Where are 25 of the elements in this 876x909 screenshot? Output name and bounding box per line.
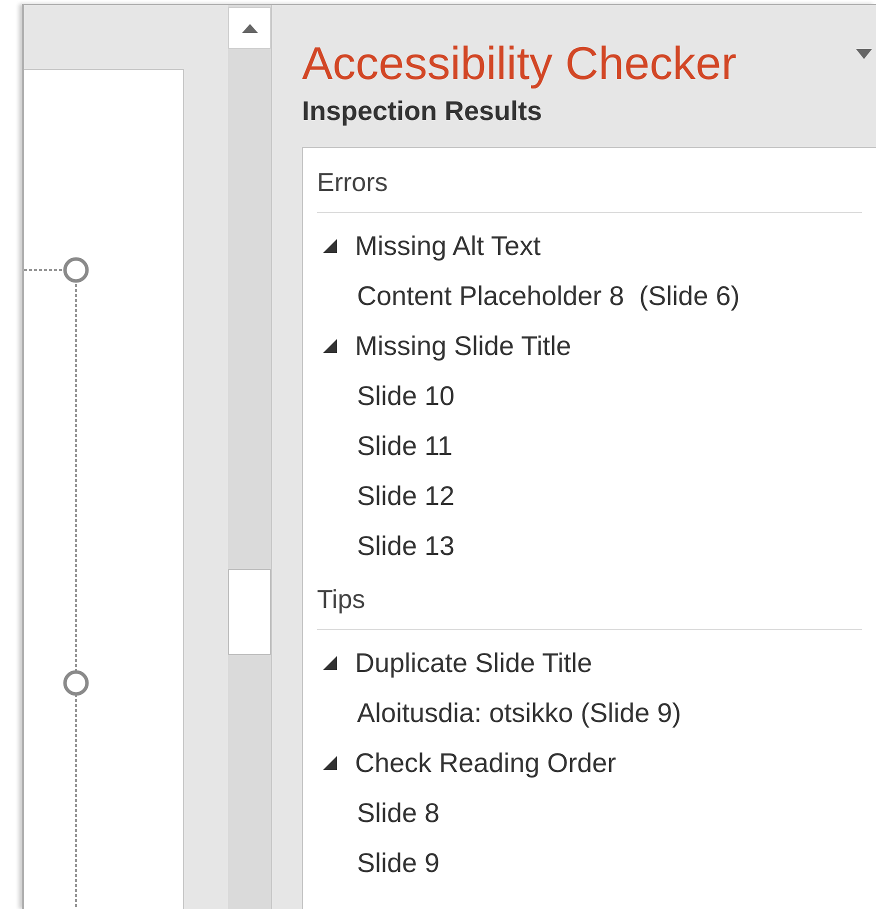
expanded-triangle-icon[interactable] — [321, 655, 337, 671]
section-heading: Tips — [317, 581, 862, 630]
scroll-up-button[interactable] — [228, 7, 271, 49]
group-row[interactable]: Check Reading Order — [317, 738, 862, 788]
pane-subtitle: Inspection Results — [302, 95, 544, 128]
result-item[interactable]: Slide 10 — [317, 371, 862, 421]
expanded-triangle-icon[interactable] — [321, 338, 337, 354]
result-item[interactable]: Slide 11 — [317, 421, 862, 471]
scroll-thumb[interactable] — [228, 569, 271, 655]
result-item[interactable]: Slide 13 — [317, 521, 862, 571]
result-item[interactable]: Aloitusdia: otsikko (Slide 9) — [317, 688, 862, 738]
pane-title: Accessibility Checker — [302, 36, 737, 91]
group-row[interactable]: Missing Alt Text — [317, 221, 862, 271]
group-row[interactable]: Duplicate Slide Title — [317, 638, 862, 688]
expanded-triangle-icon[interactable] — [321, 238, 337, 254]
result-item[interactable]: Slide 12 — [317, 471, 862, 521]
dropdown-triangle-icon[interactable] — [856, 49, 872, 59]
result-item[interactable]: Slide 8 — [317, 788, 862, 838]
result-item[interactable]: Content Placeholder 8 (Slide 6) — [317, 271, 862, 321]
up-triangle-icon — [242, 24, 258, 32]
result-item[interactable]: Slide 9 — [317, 838, 862, 888]
expanded-triangle-icon[interactable] — [321, 755, 337, 771]
section-heading: Errors — [317, 164, 862, 213]
vertical-scrollbar[interactable] — [228, 5, 272, 909]
group-row[interactable]: Missing Slide Title — [317, 321, 862, 371]
